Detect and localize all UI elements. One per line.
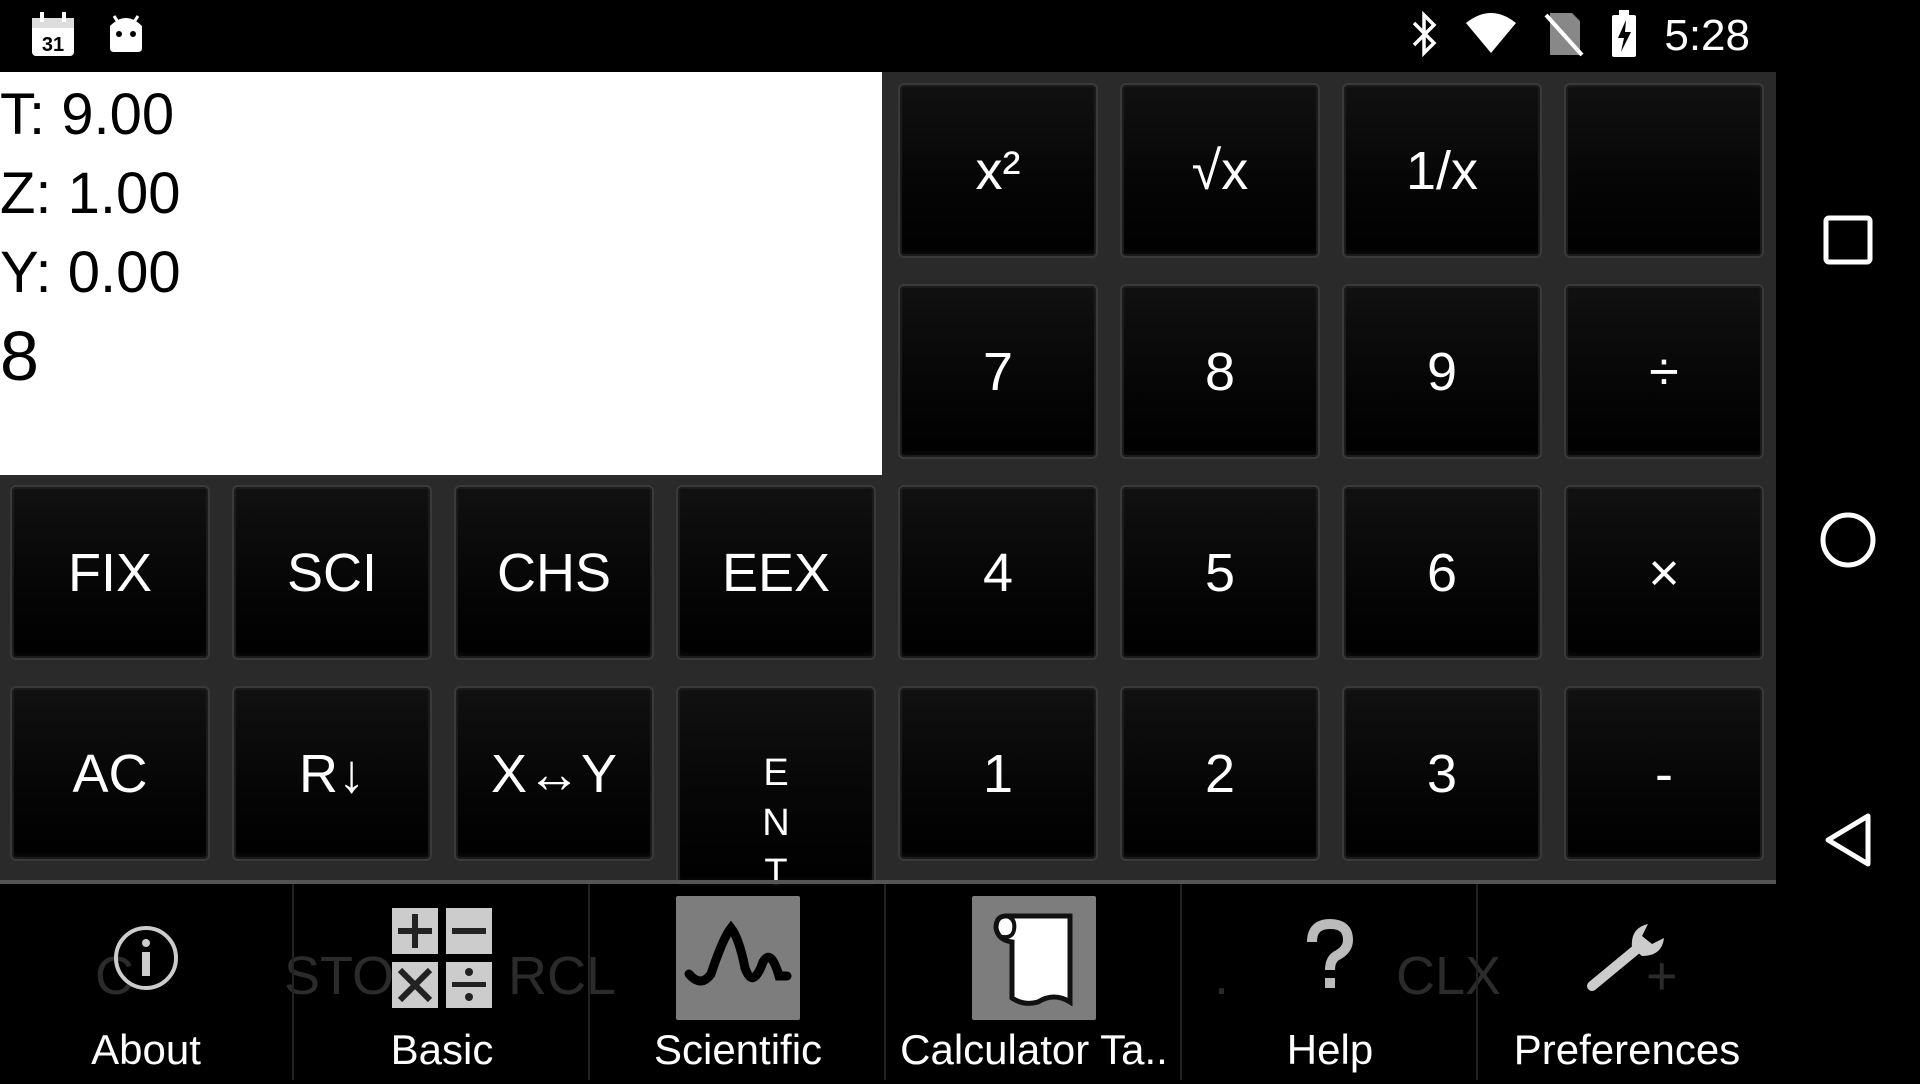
- fix-key[interactable]: FIX: [10, 485, 210, 660]
- home-button[interactable]: [1816, 508, 1880, 572]
- digit-9-key[interactable]: 9: [1342, 284, 1542, 459]
- menu-item-label: Help: [1286, 1026, 1374, 1073]
- swap-xy-key[interactable]: X↔Y: [454, 686, 654, 861]
- multiply-key[interactable]: ×: [1564, 485, 1764, 660]
- status-bar: 31 5:28: [0, 0, 1920, 72]
- minus-key[interactable]: -: [1564, 686, 1764, 861]
- blank-key[interactable]: [1564, 83, 1764, 258]
- digit-7-key[interactable]: 7: [898, 284, 1098, 459]
- calendar-icon: 31: [30, 12, 76, 58]
- back-button[interactable]: [1816, 808, 1880, 872]
- menu-item-about[interactable]: About: [0, 884, 294, 1080]
- digit-6-key[interactable]: 6: [1342, 485, 1542, 660]
- roll-down-key[interactable]: R↓: [232, 686, 432, 861]
- digit-4-key[interactable]: 4: [898, 485, 1098, 660]
- enter-key[interactable]: E N T: [676, 686, 876, 894]
- register-z: Z: 1.00: [0, 161, 181, 226]
- recents-square-icon: [1823, 215, 1873, 265]
- android-icon: [106, 12, 146, 58]
- digit-5-key[interactable]: 5: [1120, 485, 1320, 660]
- square-key[interactable]: x²: [898, 83, 1098, 258]
- digit-3-key[interactable]: 3: [1342, 686, 1542, 861]
- waveform-icon: [676, 896, 800, 1020]
- svg-text:31: 31: [42, 34, 64, 56]
- recents-button[interactable]: [1816, 208, 1880, 272]
- menu-item-label: Preferences: [1513, 1026, 1741, 1073]
- digit-8-key[interactable]: 8: [1120, 284, 1320, 459]
- sqrt-key[interactable]: √x: [1120, 83, 1320, 258]
- digit-1-key[interactable]: 1: [898, 686, 1098, 861]
- menu-item-help[interactable]: Help: [1184, 884, 1478, 1080]
- digit-2-key[interactable]: 2: [1120, 686, 1320, 861]
- ac-key[interactable]: AC: [10, 686, 210, 861]
- question-icon: [1268, 896, 1392, 1020]
- paper-tape-icon: [972, 896, 1096, 1020]
- menu-item-basic[interactable]: Basic: [296, 884, 590, 1080]
- no-sim-icon: [1544, 11, 1584, 62]
- back-triangle-icon: [1825, 813, 1871, 867]
- reciprocal-key[interactable]: 1/x: [1342, 83, 1542, 258]
- bluetooth-icon: [1410, 10, 1438, 62]
- wifi-icon: [1464, 12, 1518, 60]
- menu-item-label: About: [91, 1026, 201, 1073]
- info-icon: [84, 896, 208, 1020]
- wrench-icon: [1565, 896, 1689, 1020]
- menu-item-scientific[interactable]: Scientific: [592, 884, 886, 1080]
- chs-key[interactable]: CHS: [454, 485, 654, 660]
- eex-key[interactable]: EEX: [676, 485, 876, 660]
- register-t: T: 9.00: [0, 82, 175, 147]
- menu-item-label: Scientific: [653, 1026, 823, 1073]
- menu-item-calculator-tape[interactable]: Calculator Ta..: [888, 884, 1182, 1080]
- menu-item-label: Basic: [390, 1026, 494, 1073]
- stack-display: T: 9.00 Z: 1.00 Y: 0.00 8: [0, 72, 882, 475]
- menu-item-preferences[interactable]: Preferences: [1480, 884, 1774, 1080]
- sci-key[interactable]: SCI: [232, 485, 432, 660]
- home-circle-icon: [1820, 512, 1876, 568]
- clock-time: 5:28: [1664, 11, 1750, 60]
- enter-letter: E: [763, 752, 789, 794]
- register-x: 8: [0, 317, 39, 395]
- register-y: Y: 0.00: [0, 240, 181, 305]
- enter-letter: N: [762, 802, 790, 844]
- basic-ops-icon: [380, 896, 504, 1020]
- divide-key[interactable]: ÷: [1564, 284, 1764, 459]
- battery-charging-icon: [1610, 9, 1638, 63]
- navigation-bar: [1776, 72, 1920, 1080]
- menu-item-label: Calculator Ta..: [900, 1026, 1168, 1073]
